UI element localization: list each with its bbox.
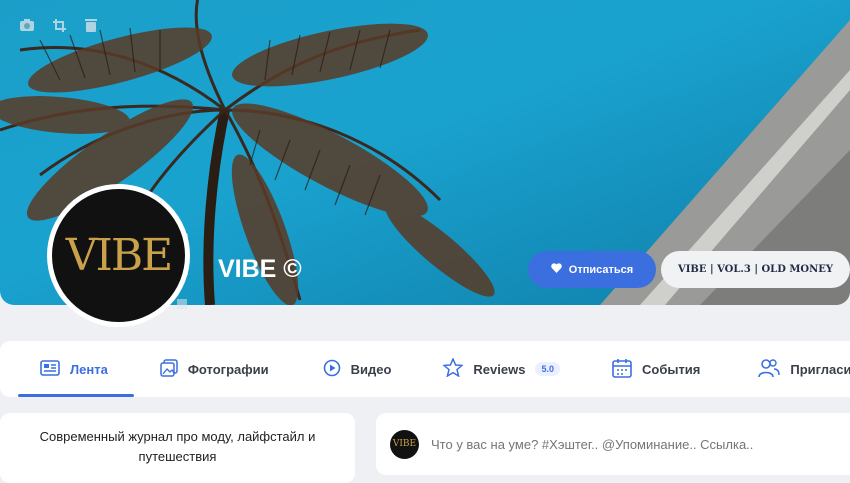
video-icon (323, 359, 341, 380)
tab-feed-label: Лента (70, 361, 108, 377)
tab-feed[interactable]: Лента (0, 341, 134, 397)
avatar[interactable]: VIBE (47, 184, 190, 327)
tab-events[interactable]: События (582, 341, 722, 397)
about-text-line2: путешествия (138, 449, 217, 464)
profile-tabs: Лента Фотографии Видео Reviews 5.0 Событ… (0, 341, 850, 397)
post-composer: VIBE (376, 413, 850, 475)
trash-icon[interactable] (82, 16, 100, 34)
crop-icon[interactable] (50, 16, 68, 34)
tab-video[interactable]: Видео (291, 341, 414, 397)
unsubscribe-button[interactable]: Отписаться (528, 251, 656, 288)
tab-photos-label: Фотографии (187, 361, 269, 377)
tab-invite[interactable]: Пригласи (722, 341, 850, 397)
camera-icon[interactable] (18, 16, 36, 34)
vibe-logo: VIBE (65, 230, 174, 281)
photos-icon (160, 358, 178, 380)
about-card: Современный журнал про моду, лайфстайл и… (0, 413, 355, 483)
post-input[interactable] (431, 436, 831, 452)
tab-reviews[interactable]: Reviews 5.0 (413, 341, 582, 397)
vibe-issue-button[interactable]: VIBE | VOL.3 | OLD MONEY (661, 251, 850, 288)
feed-icon (40, 359, 60, 379)
composer-avatar: VIBE (390, 429, 419, 459)
trash-icon[interactable] (176, 296, 188, 314)
tab-events-label: События (641, 361, 701, 377)
star-icon (442, 357, 465, 380)
tab-photos[interactable]: Фотографии (130, 341, 291, 397)
tab-reviews-label: Reviews (473, 361, 526, 377)
rating-badge: 5.0 (535, 362, 560, 376)
invite-icon (758, 358, 781, 381)
unsubscribe-label: Отписаться (568, 263, 634, 276)
page-title: VIBE © (218, 255, 302, 283)
about-text-line1: Современный журнал про моду, лайфстайл и (39, 429, 316, 444)
calendar-icon (612, 358, 632, 381)
cover-toolbar (18, 16, 100, 34)
tab-video-label: Видео (350, 361, 392, 377)
heart-icon (551, 263, 562, 276)
tab-invite-label: Пригласи (790, 361, 850, 377)
